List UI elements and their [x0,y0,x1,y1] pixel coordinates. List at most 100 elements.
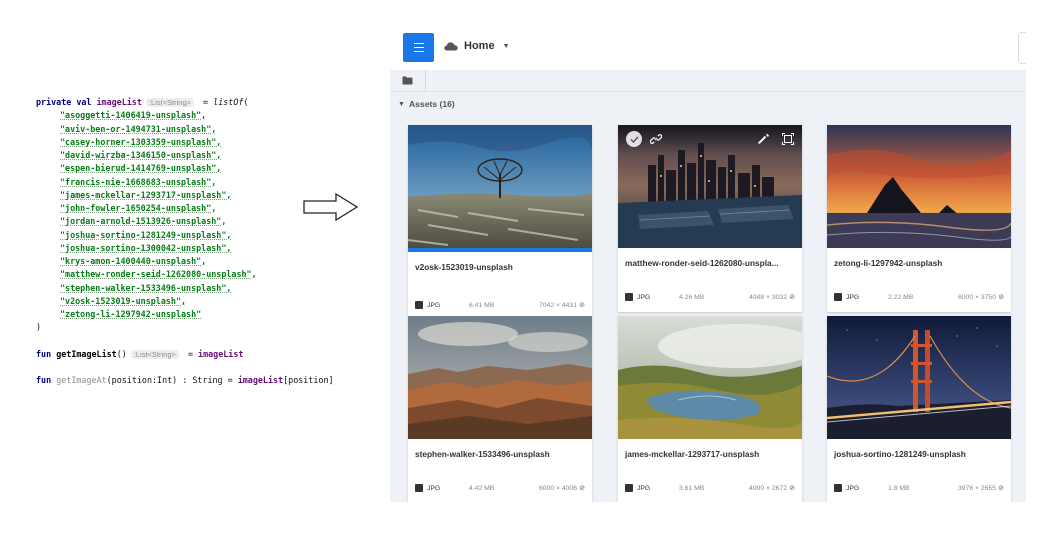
image-icon [834,484,842,492]
code-index: [position] [283,375,334,386]
asset-thumbnail [408,316,592,439]
asset-size: 4.42 MB [469,484,495,492]
code-line-string: "v2osk-1523019-unsplash", [36,295,381,308]
expand-icon[interactable] [782,133,794,145]
code-paren: ( [243,97,249,107]
code-line-declaration: private val imageList:List<String> = lis… [36,96,381,109]
code-keyword: fun [36,375,52,386]
menu-button[interactable] [403,33,434,62]
code-string-literal: "asoggetti-1406419-unsplash", [60,110,207,121]
link-icon[interactable]: ⊘ [789,484,795,492]
code-line-string: "asoggetti-1406419-unsplash", [36,109,381,122]
code-line-string: "david-wirzba-1346150-unsplash", [36,149,381,162]
assets-section-label: Assets (16) [408,99,455,109]
chevron-down-icon: ▼ [502,42,510,50]
code-string-literal: "aviv-ben-or-1494731-unsplash", [60,123,217,134]
link-icon[interactable]: ⊘ [998,484,1004,492]
asset-card[interactable]: v2osk-1523019-unsplash JPG 6.41 MB 7042 … [408,125,592,316]
asset-meta: JPG 4.42 MB 6000 × 4006 ⊘ [408,471,592,502]
image-icon [834,293,842,301]
code-property-name: imageList [96,97,142,107]
asset-meta: JPG 2.22 MB 6000 × 3750 ⊘ [827,280,1011,314]
asset-thumbnail [827,316,1011,439]
code-string-literal: "stephen-walker-1533496-unsplash", [60,282,232,293]
code-keyword: fun [36,348,52,359]
folder-bar [390,70,1026,92]
code-assign: = [182,348,199,359]
asset-format: JPG [846,293,860,301]
code-line-string: "matthew-ronder-seid-1262080-unsplash", [36,268,381,281]
asset-format: JPG [846,484,860,492]
link-icon[interactable]: ⊘ [998,293,1004,301]
code-string-literal: "francis-nie-1668683-unsplash", [60,176,217,187]
right-arrow-icon [303,192,359,222]
asset-size: 3.61 MB [679,484,705,492]
code-string-literal: "espen-bierud-1414769-unsplash", [60,163,222,174]
asset-thumbnail [618,125,802,248]
code-line-string: "espen-bierud-1414769-unsplash", [36,162,381,175]
asset-title: stephen-walker-1533496-unsplash [415,449,550,459]
code-line-fn2: fun getImageAt(position:Int) : String = … [36,374,381,387]
code-string-literal: "joshua-sortino-1281249-unsplash", [60,229,232,240]
code-string-literal: "zetong-li-1297942-unsplash" [60,309,202,319]
code-keyword: private val [36,97,92,107]
code-string-literal: "john-fowler-1650254-unsplash", [60,203,217,213]
asset-card[interactable]: james-mckellar-1293717-unsplash JPG 3.61… [618,316,802,502]
code-line-string: "joshua-sortino-1300042-unsplash", [36,242,381,255]
type-hint: :List<String> [130,349,179,359]
asset-format: JPG [637,484,651,492]
asset-title: zetong-li-1297942-unsplash [834,258,943,268]
code-string-literal: "james-mckellar-1293717-unsplash", [60,189,232,200]
search-input[interactable] [1018,32,1026,64]
code-snippet: private val imageList :List<String> = lis… [36,96,381,388]
asset-dimensions: 3976 × 2655 [958,484,996,492]
asset-dimensions: 7042 × 4431 [539,301,577,309]
code-function-call: listOf [213,97,244,107]
asset-thumbnail [827,125,1011,248]
image-icon [415,484,423,492]
asset-title: v2osk-1523019-unsplash [415,262,513,272]
link-icon[interactable]: ⊘ [579,484,585,492]
code-function-name: getImageAt [56,375,107,386]
code-string-literal: "jordan-arnold-1513926-unsplash", [60,216,227,227]
asset-thumbnail [408,125,592,248]
code-line-string: "aviv-ben-or-1494731-unsplash", [36,123,381,136]
asset-format: JPG [637,293,651,301]
asset-card[interactable]: joshua-sortino-1281249-unsplash JPG 1.8 … [827,316,1011,502]
code-property-ref: imageList [198,348,244,359]
image-icon [625,293,633,301]
code-function-name: getImageList [56,348,117,359]
asset-meta: JPG 3.61 MB 4000 × 2672 ⊘ [618,471,802,502]
asset-format: JPG [427,301,441,309]
asset-card[interactable]: stephen-walker-1533496-unsplash JPG 4.42… [408,316,592,502]
code-string-literal: "casey-horner-1303359-unsplash", [60,136,222,147]
image-icon [625,484,633,492]
link-icon[interactable] [650,133,662,145]
wrench-icon[interactable] [758,133,770,145]
asset-thumbnail [618,316,802,439]
folder-icon[interactable] [402,76,413,85]
asset-dimensions: 6000 × 4006 [539,484,577,492]
asset-format: JPG [427,484,441,492]
divider [425,70,426,92]
asset-title: joshua-sortino-1281249-unsplash [834,449,966,459]
location-dropdown[interactable]: Home ▼ [444,40,510,52]
asset-card[interactable]: matthew-ronder-seid-1262080-unspla... JP… [618,125,802,312]
code-line-string: "zetong-li-1297942-unsplash" [36,308,381,321]
asset-dimensions: 4048 × 3032 [749,293,787,301]
asset-meta: JPG 1.8 MB 3976 × 2655 ⊘ [827,471,1011,502]
card-hover-toolbar [618,125,802,153]
asset-dimensions: 4000 × 2672 [749,484,787,492]
link-icon[interactable]: ⊘ [789,293,795,301]
asset-size: 4.26 MB [679,293,705,301]
link-icon[interactable]: ⊘ [579,301,585,309]
code-line-string: "francis-nie-1668683-unsplash", [36,176,381,189]
code-string-literal: "krys-amon-1400440-unsplash", [60,256,207,266]
asset-title: matthew-ronder-seid-1262080-unspla... [625,258,779,268]
asset-browser-panel: Home ▼ ▼ Assets (16) v2osk-1523019-unspl… [390,28,1026,502]
assets-section-toggle[interactable]: ▼ Assets (16) [398,99,455,109]
asset-card[interactable]: zetong-li-1297942-unsplash JPG 2.22 MB 6… [827,125,1011,312]
asset-size: 6.41 MB [469,301,495,309]
code-string-literal: "v2osk-1523019-unsplash", [60,295,187,306]
select-checkbox[interactable] [626,131,642,147]
